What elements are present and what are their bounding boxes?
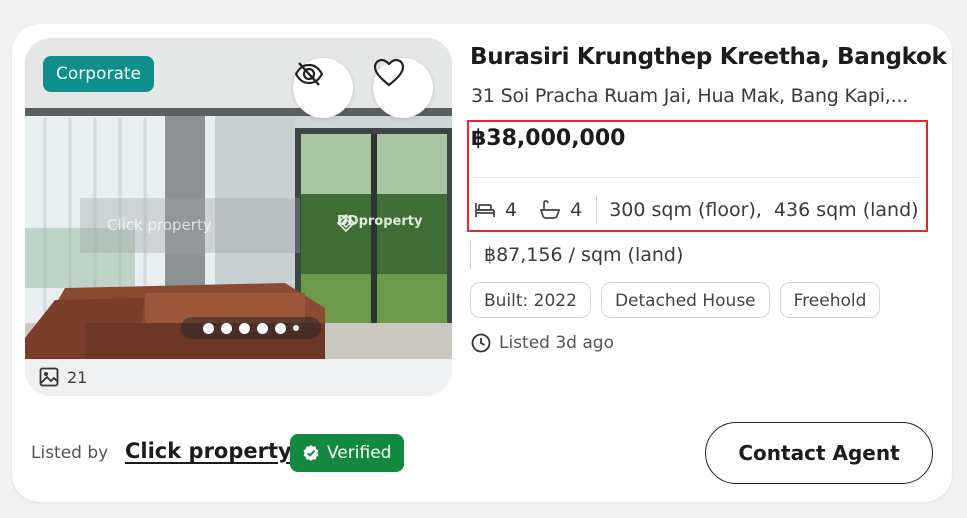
price-per-sqm-value: ฿87,156 / sqm (land) bbox=[484, 244, 684, 266]
carousel-dot[interactable] bbox=[221, 322, 232, 334]
corporate-badge: Corporate bbox=[43, 56, 154, 92]
gallery-icon bbox=[39, 367, 59, 387]
bath-icon bbox=[539, 200, 561, 220]
listing-address: 31 Soi Pracha Ruam Jai, Hua Mak, Bang Ka… bbox=[471, 85, 909, 107]
tag-tenure: Freehold bbox=[779, 282, 881, 318]
tag-property-type: Detached House bbox=[600, 282, 770, 318]
tag-built-year: Built: 2022 bbox=[470, 282, 591, 318]
listing-price: ฿38,000,000 bbox=[471, 126, 626, 151]
listed-by-label: Listed by bbox=[31, 443, 109, 463]
listing-tags: Built: 2022 Detached House Freehold bbox=[470, 282, 881, 318]
listing-photo[interactable]: Corporate Click property DDproperty bbox=[25, 38, 452, 359]
spec-separator bbox=[596, 196, 598, 224]
photo-watermark-text: Click property bbox=[107, 216, 212, 234]
listed-time-label: Listed 3d ago bbox=[499, 333, 614, 353]
listed-time: Listed 3d ago bbox=[471, 333, 614, 353]
favorite-button[interactable] bbox=[373, 58, 433, 118]
clock-icon bbox=[471, 333, 491, 353]
verified-check-icon bbox=[303, 445, 319, 461]
carousel-dot[interactable] bbox=[275, 322, 286, 334]
divider bbox=[471, 177, 921, 178]
hide-icon bbox=[294, 62, 324, 86]
ppsqm-separator bbox=[470, 241, 471, 269]
hide-listing-button[interactable] bbox=[293, 58, 353, 118]
photo-watermark-logo: DDproperty bbox=[337, 214, 422, 232]
carousel-dot[interactable] bbox=[293, 325, 299, 331]
listing-title[interactable]: Burasiri Krungthep Kreetha, Bangkok bbox=[470, 44, 947, 70]
bed-icon bbox=[474, 201, 496, 219]
carousel-dot[interactable] bbox=[203, 322, 214, 334]
floor-area: 300 sqm (floor), bbox=[609, 199, 762, 221]
carousel-dot[interactable] bbox=[239, 322, 250, 334]
carousel-indicator[interactable] bbox=[181, 317, 321, 339]
photo-count[interactable]: 21 bbox=[39, 367, 87, 387]
carousel-dot[interactable] bbox=[257, 322, 268, 334]
land-area: 436 sqm (land) bbox=[773, 199, 919, 221]
agent-name-link[interactable]: Click property bbox=[125, 439, 292, 463]
bedroom-count: 4 bbox=[505, 199, 518, 221]
contact-agent-button[interactable]: Contact Agent bbox=[705, 422, 933, 484]
listing-specs: 4 4 300 sqm (floor), 436 sqm (land) bbox=[474, 196, 919, 224]
verified-badge: Verified bbox=[290, 434, 405, 472]
bathroom-count: 4 bbox=[570, 199, 583, 221]
listing-gallery[interactable]: Corporate Click property DDproperty 21 bbox=[25, 38, 452, 396]
heart-icon bbox=[373, 58, 405, 87]
photo-count-value: 21 bbox=[67, 367, 88, 387]
price-per-sqm: ฿87,156 / sqm (land) bbox=[470, 240, 683, 270]
ddproperty-logo-icon bbox=[337, 214, 355, 232]
verified-label: Verified bbox=[327, 443, 392, 463]
